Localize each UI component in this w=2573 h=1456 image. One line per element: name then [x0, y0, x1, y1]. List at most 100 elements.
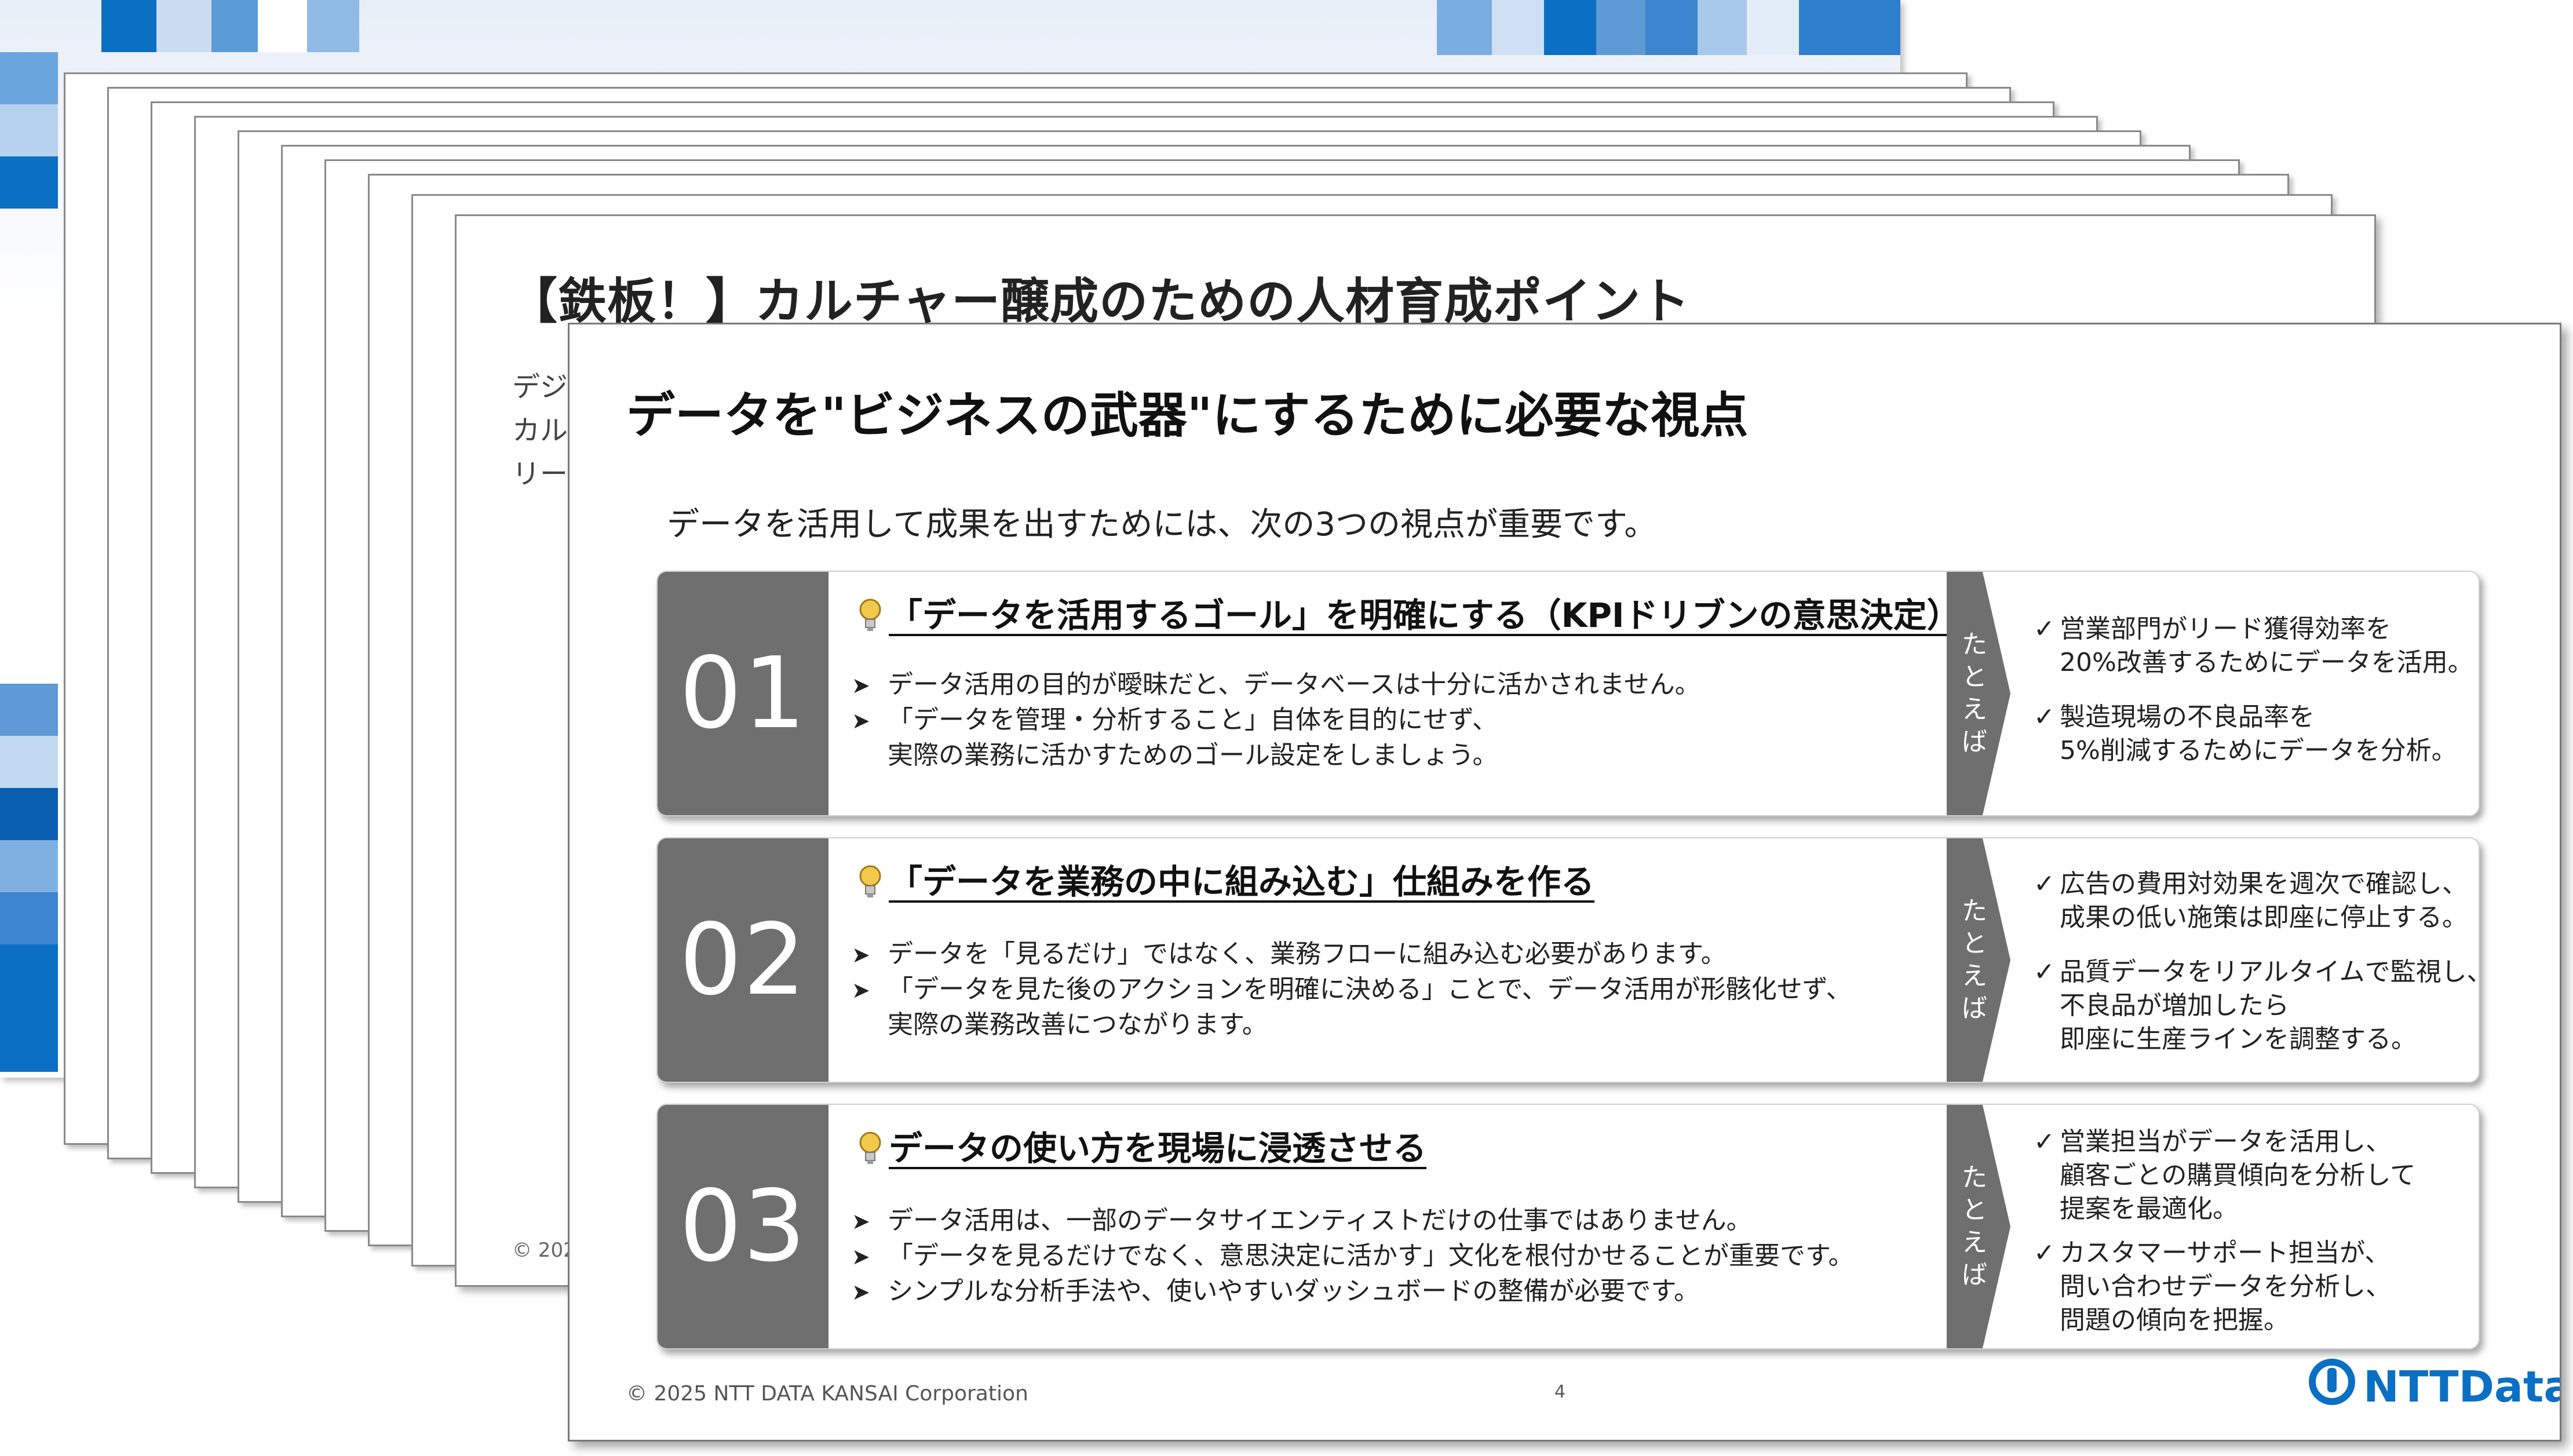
- arrowhead-icon: ➤: [852, 1279, 870, 1305]
- lightbulb-icon: [857, 862, 883, 902]
- example-label-char: た: [1962, 1163, 1987, 1192]
- mosaic-tile: [0, 788, 58, 840]
- lightbulb-icon: [857, 596, 883, 635]
- card-number: 02: [658, 838, 829, 1082]
- bullet-text: シンプルな分析手法や、使いやすいダッシュボードの整備が必要です。: [888, 1276, 1699, 1306]
- mosaic-tile: [307, 0, 359, 52]
- example-label-chevron: た と え ば: [1947, 838, 2010, 1082]
- bullet-point: ➤ データ活用の目的が曖昧だと、データベースは十分に活かされません。: [852, 667, 1700, 703]
- card-points: ➤ データ活用の目的が曖昧だと、データベースは十分に活かされません。 ➤ 「データを…: [852, 667, 1700, 773]
- mosaic-tile: [101, 0, 156, 52]
- example-label-char: た: [1962, 896, 1987, 926]
- check-icon: ✓: [2034, 869, 2055, 899]
- viewpoint-card-01: 01 「データを活用するゴール」を明確にする（KPIドリブンの意思決定） ➤ デー…: [656, 571, 2480, 816]
- example-label-char: ば: [1962, 727, 1987, 757]
- card-examples: ✓ 営業部門がリード獲得効率を 20%改善するためにデータを活用。 ✓ 製造現場の不…: [2034, 612, 2473, 768]
- example-label-char: ば: [1962, 994, 1987, 1023]
- card-number: 03: [658, 1105, 829, 1348]
- logo-text: NTTData: [2363, 1362, 2561, 1412]
- example-continuation: 問い合わせデータを分析し、: [2060, 1272, 2391, 1301]
- lightbulb-icon: [857, 1129, 883, 1168]
- bullet-point: ➤ 「データを管理・分析すること」自体を目的にせず、: [852, 703, 1700, 738]
- example-label-char: と: [1962, 662, 1987, 692]
- example-continuation: 提案を最適化。: [2060, 1194, 2238, 1224]
- arrowhead-icon: ➤: [852, 673, 870, 698]
- bullet-point: ➤ データを「見るだけ」ではなく、業務フローに組み込む必要があります。: [852, 937, 1852, 972]
- example-label-char: え: [1962, 961, 1987, 991]
- card-points: ➤ データ活用は、一部のデータサイエンティストだけの仕事ではありません。 ➤ 「デー…: [852, 1203, 1854, 1309]
- viewpoint-card-03: 03 データの使い方を現場に浸透させる ➤ データ活用は、一部のデータサイエンティ…: [656, 1104, 2480, 1349]
- check-icon: ✓: [2034, 702, 2055, 732]
- example-continuation: 5%削減するためにデータを分析。: [2060, 736, 2457, 765]
- main-slide: データを"ビジネスの武器"にするために必要な視点 データを活用して成果を出すため…: [568, 323, 2561, 1442]
- example-item: ✓ 営業部門がリード獲得効率を: [2034, 612, 2473, 646]
- bullet-text: データ活用は、一部のデータサイエンティストだけの仕事ではありません。: [888, 1206, 1752, 1235]
- check-icon: ✓: [2034, 614, 2055, 644]
- card-number: 01: [658, 572, 829, 815]
- background-slide-text: デジ: [512, 371, 568, 403]
- viewpoint-card-02: 02 「データを業務の中に組み込む」仕組みを作る ➤ データを「見るだけ」ではなく…: [656, 837, 2480, 1083]
- bullet-point: ➤ 「データを見た後のアクションを明確に決める」ことで、データ活用が形骸化せず、: [852, 972, 1852, 1008]
- mosaic-tile: [0, 840, 58, 892]
- mosaic-tile: [0, 52, 58, 104]
- mosaic-tile: [258, 0, 307, 52]
- example-text: 製造現場の不良品率を: [2060, 702, 2315, 732]
- example-item: ✓ 製造現場の不良品率を: [2034, 700, 2473, 734]
- example-continuation: 顧客ごとの購買傾向を分析して: [2060, 1161, 2416, 1190]
- page-number: 4: [1554, 1382, 1566, 1402]
- card-heading: データの使い方を現場に浸透させる: [857, 1121, 1426, 1170]
- card-heading: 「データを活用するゴール」を明確にする（KPIドリブンの意思決定）: [857, 588, 1961, 637]
- example-label-chevron: た と え ば: [1947, 1105, 2010, 1348]
- example-label-char: と: [1962, 929, 1987, 958]
- example-label-char: え: [1962, 1228, 1987, 1257]
- example-continuation: 問題の傾向を把握。: [2060, 1305, 2289, 1335]
- example-item: ✓ 広告の費用対効果を週次で確認し、: [2034, 867, 2479, 901]
- bullet-continuation: 実際の業務に活かすためのゴール設定をしましょう。: [888, 740, 1498, 770]
- example-label-char: と: [1962, 1195, 1987, 1225]
- bullet-text: データを「見るだけ」ではなく、業務フローに組み込む必要があります。: [888, 939, 1727, 969]
- ntt-globe-icon: [2308, 1358, 2363, 1417]
- mosaic-tile: [0, 684, 58, 736]
- example-text: カスタマーサポート担当が、: [2060, 1238, 2390, 1268]
- example-text: 広告の費用対効果を週次で確認し、: [2060, 869, 2468, 899]
- example-label-char: た: [1962, 630, 1987, 659]
- mosaic-tile: [0, 104, 58, 156]
- example-item: ✓ カスタマーサポート担当が、: [2034, 1236, 2415, 1270]
- check-icon: ✓: [2034, 1238, 2055, 1268]
- check-icon: ✓: [2034, 957, 2055, 987]
- mosaic-tile: [1544, 0, 1596, 55]
- bullet-text: データ活用の目的が曖昧だと、データベースは十分に活かされません。: [888, 670, 1700, 699]
- example-label-char: え: [1962, 695, 1987, 724]
- example-label: た と え ば: [1957, 838, 1992, 1082]
- example-text: 営業担当がデータを活用し、: [2060, 1127, 2391, 1156]
- arrowhead-icon: ➤: [852, 1244, 870, 1269]
- mosaic-tile: [0, 156, 58, 209]
- mosaic-tile: [1747, 0, 1799, 55]
- arrowhead-icon: ➤: [852, 708, 870, 734]
- bullet-point: ➤ データ活用は、一部のデータサイエンティストだけの仕事ではありません。: [852, 1203, 1854, 1239]
- ntt-data-logo: NTTData: [2308, 1358, 2561, 1417]
- mosaic-tile: [0, 944, 58, 1072]
- mosaic-tile: [1799, 0, 1900, 55]
- example-label-chevron: た と え ば: [1947, 572, 2010, 815]
- card-points: ➤ データを「見るだけ」ではなく、業務フローに組み込む必要があります。 ➤ 「データ…: [852, 937, 1852, 1042]
- example-item: ✓ 営業担当がデータを活用し、: [2034, 1125, 2415, 1159]
- mosaic-tile: [0, 736, 58, 788]
- mosaic-tile: [1596, 0, 1645, 55]
- mosaic-tile: [1437, 0, 1492, 55]
- mosaic-tile: [0, 892, 58, 944]
- background-slide-title: 【鉄板！】カルチャー醸成のための人材育成ポイント: [509, 273, 1691, 330]
- check-icon: ✓: [2034, 1127, 2055, 1156]
- example-continuation: 20%改善するためにデータを活用。: [2060, 648, 2473, 677]
- arrowhead-icon: ➤: [852, 942, 870, 968]
- bullet-text: 「データを管理・分析すること」自体を目的にせず、: [888, 705, 1498, 735]
- example-continuation: 即座に生産ラインを調整する。: [2060, 1024, 2417, 1054]
- bullet-text: 「データを見るだけでなく、意思決定に活かす」文化を根付かせることが重要です。: [888, 1241, 1854, 1271]
- card-examples: ✓ 広告の費用対効果を週次で確認し、 成果の低い施策は即座に停止する。 ✓ 品質デー…: [2034, 867, 2479, 1056]
- mosaic-tile: [211, 0, 258, 52]
- card-heading-text: データの使い方を現場に浸透させる: [889, 1129, 1427, 1168]
- card-examples: ✓ 営業担当がデータを活用し、 顧客ごとの購買傾向を分析して 提案を最適化。 ✓ カ…: [2034, 1125, 2415, 1337]
- example-continuation: 成果の低い施策は即座に停止する。: [2060, 903, 2468, 932]
- example-label-char: ば: [1962, 1260, 1987, 1290]
- mosaic-tile: [1698, 0, 1747, 55]
